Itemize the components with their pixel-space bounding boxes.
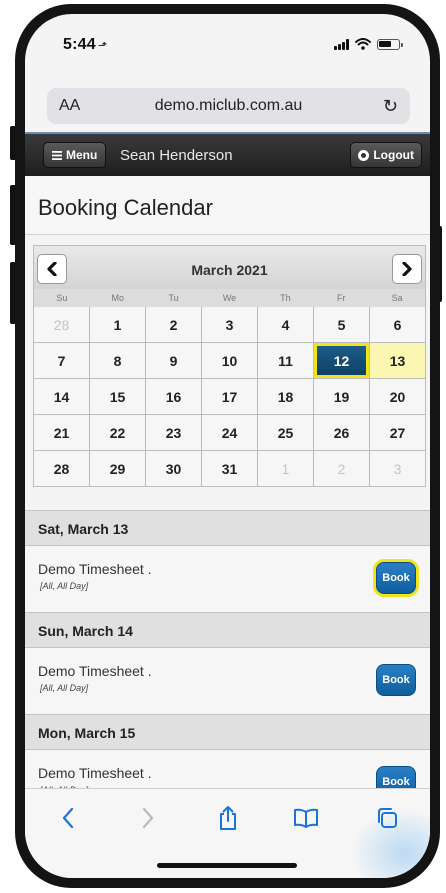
- calendar-day[interactable]: 11: [258, 343, 314, 379]
- bookmarks-button[interactable]: [291, 803, 321, 833]
- book-button[interactable]: Book: [376, 562, 416, 594]
- calendar-day[interactable]: 22: [90, 415, 146, 451]
- event-item: Demo Timesheet . [All, All Day] Book: [25, 648, 430, 714]
- calendar-day[interactable]: 1: [90, 307, 146, 343]
- calendar-day[interactable]: 1: [258, 451, 314, 487]
- day-heading: Mon, March 15: [25, 714, 430, 750]
- event-title: Demo Timesheet .: [38, 663, 152, 679]
- calendar-day[interactable]: 31: [202, 451, 258, 487]
- calendar-day[interactable]: 2: [146, 307, 202, 343]
- calendar-day[interactable]: 7: [34, 343, 90, 379]
- chevron-right-icon: [142, 807, 154, 829]
- calendar-day[interactable]: 19: [314, 379, 370, 415]
- back-button[interactable]: [53, 803, 83, 833]
- battery-icon: [377, 39, 403, 50]
- calendar-day[interactable]: 2: [314, 451, 370, 487]
- calendar-day[interactable]: 23: [146, 415, 202, 451]
- calendar-day[interactable]: 30: [146, 451, 202, 487]
- calendar-day[interactable]: 9: [146, 343, 202, 379]
- calendar-day[interactable]: 10: [202, 343, 258, 379]
- status-bar: 5:44 ⬏: [25, 14, 430, 78]
- share-icon: [220, 806, 236, 830]
- event-title: Demo Timesheet .: [38, 765, 152, 781]
- event-subtitle: [All, All Day]: [40, 683, 89, 693]
- day-heading: Sun, March 14: [25, 612, 430, 648]
- calendar-day[interactable]: 20: [370, 379, 426, 415]
- calendar-day[interactable]: 6: [370, 307, 426, 343]
- share-button[interactable]: [213, 803, 243, 833]
- calendar-day[interactable]: 3: [202, 307, 258, 343]
- calendar-day[interactable]: 14: [34, 379, 90, 415]
- calendar-day-selected[interactable]: 13: [370, 343, 426, 379]
- book-button[interactable]: Book: [376, 664, 416, 696]
- weekday-label: Sa: [391, 293, 403, 303]
- calendar-day[interactable]: 29: [90, 451, 146, 487]
- menu-label: Menu: [66, 148, 98, 162]
- calendar-day[interactable]: 18: [258, 379, 314, 415]
- weekday-label: Tu: [168, 293, 179, 303]
- browser-toolbar: [25, 788, 430, 878]
- reader-aa-button[interactable]: AA: [59, 97, 80, 115]
- status-time: 5:44 ⬏: [63, 36, 107, 54]
- reload-icon[interactable]: ↻: [383, 96, 398, 117]
- calendar-day[interactable]: 15: [90, 379, 146, 415]
- calendar-day[interactable]: 28: [34, 307, 90, 343]
- location-icon: ⬏: [97, 40, 108, 52]
- weekday-label: Mo: [111, 293, 125, 303]
- calendar-day[interactable]: 5: [314, 307, 370, 343]
- menu-button[interactable]: Menu: [43, 142, 107, 168]
- page-title: Booking Calendar: [25, 177, 430, 235]
- chevron-right-icon: [402, 262, 412, 276]
- chevron-left-icon: [62, 807, 74, 829]
- logout-label: Logout: [373, 148, 414, 162]
- weekday-label: We: [222, 293, 237, 303]
- calendar-day[interactable]: 8: [90, 343, 146, 379]
- status-icons: [334, 38, 403, 50]
- book-icon: [294, 808, 318, 828]
- logout-button[interactable]: Logout: [350, 142, 422, 168]
- calendar-day[interactable]: 27: [370, 415, 426, 451]
- calendar-day[interactable]: 24: [202, 415, 258, 451]
- calendar-day[interactable]: 16: [146, 379, 202, 415]
- forward-button[interactable]: [133, 803, 163, 833]
- home-indicator: [157, 863, 297, 868]
- calendar-day[interactable]: 4: [258, 307, 314, 343]
- calendar-day-today[interactable]: 12: [314, 343, 370, 379]
- calendar-day[interactable]: 25: [258, 415, 314, 451]
- weekday-label: Su: [56, 293, 68, 303]
- hamburger-icon: [52, 150, 62, 160]
- day-heading: Sat, March 13: [25, 510, 430, 546]
- event-item: Demo Timesheet . [All, All Day] Book: [25, 546, 430, 612]
- status-time-text: 5:44: [63, 36, 96, 53]
- wifi-icon: [355, 38, 371, 50]
- event-title: Demo Timesheet .: [38, 561, 152, 577]
- calendar-grid: 28 1 2 3 4 5 6 7 8 9 10 11 12 13 14 15 1…: [33, 307, 426, 487]
- url-text[interactable]: demo.miclub.com.au: [47, 97, 410, 115]
- logout-icon: [358, 149, 370, 161]
- url-bar[interactable]: AA demo.miclub.com.au ↻: [47, 88, 410, 124]
- calendar-day[interactable]: 28: [34, 451, 90, 487]
- tabs-icon: [378, 808, 397, 828]
- next-month-button[interactable]: [392, 254, 422, 284]
- calendar-day[interactable]: 21: [34, 415, 90, 451]
- phone-frame: 5:44 ⬏ AA demo.miclub.com.au ↻ Menu Sean…: [15, 4, 440, 888]
- user-name: Sean Henderson: [120, 147, 233, 164]
- calendar-day[interactable]: 3: [370, 451, 426, 487]
- calendar-day[interactable]: 17: [202, 379, 258, 415]
- month-label: March 2021: [191, 262, 268, 278]
- app-header: Menu Sean Henderson Logout: [25, 132, 430, 176]
- tabs-button[interactable]: [372, 803, 402, 833]
- weekday-label: Fr: [336, 293, 346, 303]
- calendar-header: March 2021: [33, 245, 426, 289]
- weekday-label: Th: [280, 293, 291, 303]
- weekday-row: Su Mo Tu We Th Fr Sa: [33, 289, 426, 307]
- phone-screen: 5:44 ⬏ AA demo.miclub.com.au ↻ Menu Sean…: [25, 14, 430, 878]
- calendar-day[interactable]: 26: [314, 415, 370, 451]
- event-subtitle: [All, All Day]: [40, 581, 89, 591]
- signal-icon: [334, 39, 349, 50]
- booking-calendar: March 2021 Su Mo Tu We Th Fr Sa 28 1 2 3…: [33, 245, 426, 487]
